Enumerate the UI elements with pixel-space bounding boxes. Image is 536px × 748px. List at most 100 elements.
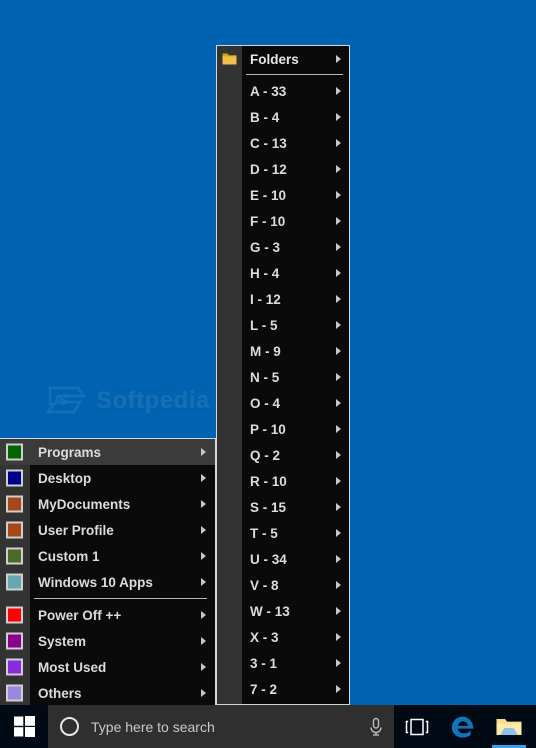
folders-menu-item[interactable]: M - 9	[217, 338, 349, 364]
start-menu-item[interactable]: Most Used	[0, 654, 215, 680]
submenu-arrow-icon	[201, 611, 206, 619]
folders-item-list: Folders A - 33 B - 4 C - 13 D - 12 E - 10 F - …	[217, 46, 349, 702]
color-swatch-icon	[6, 443, 23, 461]
edge-button[interactable]	[440, 705, 486, 748]
folders-menu-item[interactable]: I - 12	[217, 286, 349, 312]
submenu-arrow-icon	[336, 295, 341, 303]
folders-menu-item-label: I - 12	[250, 291, 281, 307]
folders-menu-header[interactable]: Folders	[217, 46, 349, 72]
folders-menu-item[interactable]: S - 15	[217, 494, 349, 520]
taskbar: Type here to search	[0, 705, 536, 748]
color-swatch-icon	[6, 547, 23, 565]
submenu-arrow-icon	[336, 685, 341, 693]
submenu-arrow-icon	[336, 555, 341, 563]
search-input[interactable]: Type here to search	[48, 705, 394, 748]
menu-separator	[246, 74, 343, 75]
submenu-arrow-icon	[201, 500, 206, 508]
folders-menu-item-label: T - 5	[250, 525, 278, 541]
submenu-arrow-icon	[336, 633, 341, 641]
folders-menu-item[interactable]: R - 10	[217, 468, 349, 494]
start-menu-item[interactable]: User Profile	[0, 517, 215, 543]
submenu-arrow-icon	[336, 87, 341, 95]
folders-menu-item[interactable]: C - 13	[217, 130, 349, 156]
submenu-arrow-icon	[336, 581, 341, 589]
color-swatch-icon	[6, 684, 23, 702]
folders-menu-item[interactable]: U - 34	[217, 546, 349, 572]
folders-menu-item-label: X - 3	[250, 629, 279, 645]
color-swatch-icon	[6, 495, 23, 513]
start-menu-item[interactable]: Others	[0, 680, 215, 705]
submenu-arrow-icon	[336, 139, 341, 147]
start-menu-item[interactable]: System	[0, 628, 215, 654]
start-button[interactable]	[0, 705, 48, 748]
folders-menu-item[interactable]: 7 - 2	[217, 676, 349, 702]
folders-menu-item[interactable]: H - 4	[217, 260, 349, 286]
submenu-arrow-icon	[201, 637, 206, 645]
start-menu-item-label: Custom 1	[38, 548, 100, 564]
task-view-button[interactable]	[394, 705, 440, 748]
start-menu-item-label: Others	[38, 685, 82, 701]
submenu-arrow-icon	[336, 425, 341, 433]
folders-menu-item-label: E - 10	[250, 187, 287, 203]
folders-menu-item-label: V - 8	[250, 577, 279, 593]
start-menu-item[interactable]: Desktop	[0, 465, 215, 491]
folders-menu-item[interactable]: X - 3	[217, 624, 349, 650]
start-menu-item[interactable]: Custom 1	[0, 543, 215, 569]
folders-menu-item[interactable]: F - 10	[217, 208, 349, 234]
start-menu-item-label: Windows 10 Apps	[38, 574, 153, 590]
softpedia-logo-icon: S	[46, 386, 87, 414]
folders-menu-item[interactable]: T - 5	[217, 520, 349, 546]
submenu-arrow-icon	[336, 269, 341, 277]
submenu-arrow-icon	[336, 529, 341, 537]
classic-start-menu[interactable]: Programs Desktop MyDocuments User Profile Cu…	[0, 438, 216, 705]
folders-menu-item[interactable]: B - 4	[217, 104, 349, 130]
submenu-arrow-icon	[201, 526, 206, 534]
file-explorer-button[interactable]	[486, 705, 532, 748]
start-menu-item[interactable]: Programs	[0, 439, 215, 465]
task-view-icon	[405, 718, 429, 735]
folders-menu-item[interactable]: P - 10	[217, 416, 349, 442]
folders-menu-item[interactable]: V - 8	[217, 572, 349, 598]
color-swatch-icon	[6, 632, 23, 650]
folders-menu-item[interactable]: A - 33	[217, 78, 349, 104]
start-menu-item-label: Desktop	[38, 470, 92, 486]
submenu-arrow-icon	[201, 474, 206, 482]
folders-menu-item[interactable]: O - 4	[217, 390, 349, 416]
submenu-arrow-icon	[336, 321, 341, 329]
folder-icon	[222, 53, 237, 65]
start-menu-item-label: Most Used	[38, 659, 107, 675]
folders-menu-item[interactable]: G - 3	[217, 234, 349, 260]
folders-menu-item-label: R - 10	[250, 473, 287, 489]
start-menu-item-label: User Profile	[38, 522, 114, 538]
start-menu-item[interactable]: Windows 10 Apps	[0, 569, 215, 595]
search-placeholder: Type here to search	[91, 718, 215, 735]
cortana-ring-icon[interactable]	[60, 717, 79, 736]
folders-menu-item[interactable]: L - 5	[217, 312, 349, 338]
folders-menu-item-label: G - 3	[250, 239, 281, 255]
folders-menu-item-label: F - 10	[250, 213, 286, 229]
folders-menu-item[interactable]: 3 - 1	[217, 650, 349, 676]
menu-separator	[34, 598, 207, 599]
submenu-arrow-icon	[336, 607, 341, 615]
start-menu-item[interactable]: Power Off ++	[0, 602, 215, 628]
folders-menu-item[interactable]: W - 13	[217, 598, 349, 624]
microphone-icon[interactable]	[368, 717, 384, 737]
start-menu-item-label: Programs	[38, 444, 102, 460]
folders-menu-item[interactable]: Q - 2	[217, 442, 349, 468]
folders-menu-header-label: Folders	[250, 51, 299, 67]
folders-menu-item-label: M - 9	[250, 343, 281, 359]
submenu-arrow-icon	[336, 347, 341, 355]
desktop-background: S Softpedia Programs Desktop MyDocuments Us…	[0, 0, 536, 748]
folders-submenu[interactable]: Folders A - 33 B - 4 C - 13 D - 12 E - 10 F - …	[216, 45, 350, 705]
submenu-arrow-icon	[336, 399, 341, 407]
folders-menu-item-label: H - 4	[250, 265, 280, 281]
submenu-arrow-icon	[336, 451, 341, 459]
folders-menu-item[interactable]: E - 10	[217, 182, 349, 208]
folders-menu-item[interactable]: D - 12	[217, 156, 349, 182]
color-swatch-icon	[6, 521, 23, 539]
submenu-arrow-icon	[201, 448, 206, 456]
submenu-arrow-icon	[336, 659, 341, 667]
folders-menu-item[interactable]: N - 5	[217, 364, 349, 390]
folders-menu-item-label: B - 4	[250, 109, 280, 125]
start-menu-item[interactable]: MyDocuments	[0, 491, 215, 517]
